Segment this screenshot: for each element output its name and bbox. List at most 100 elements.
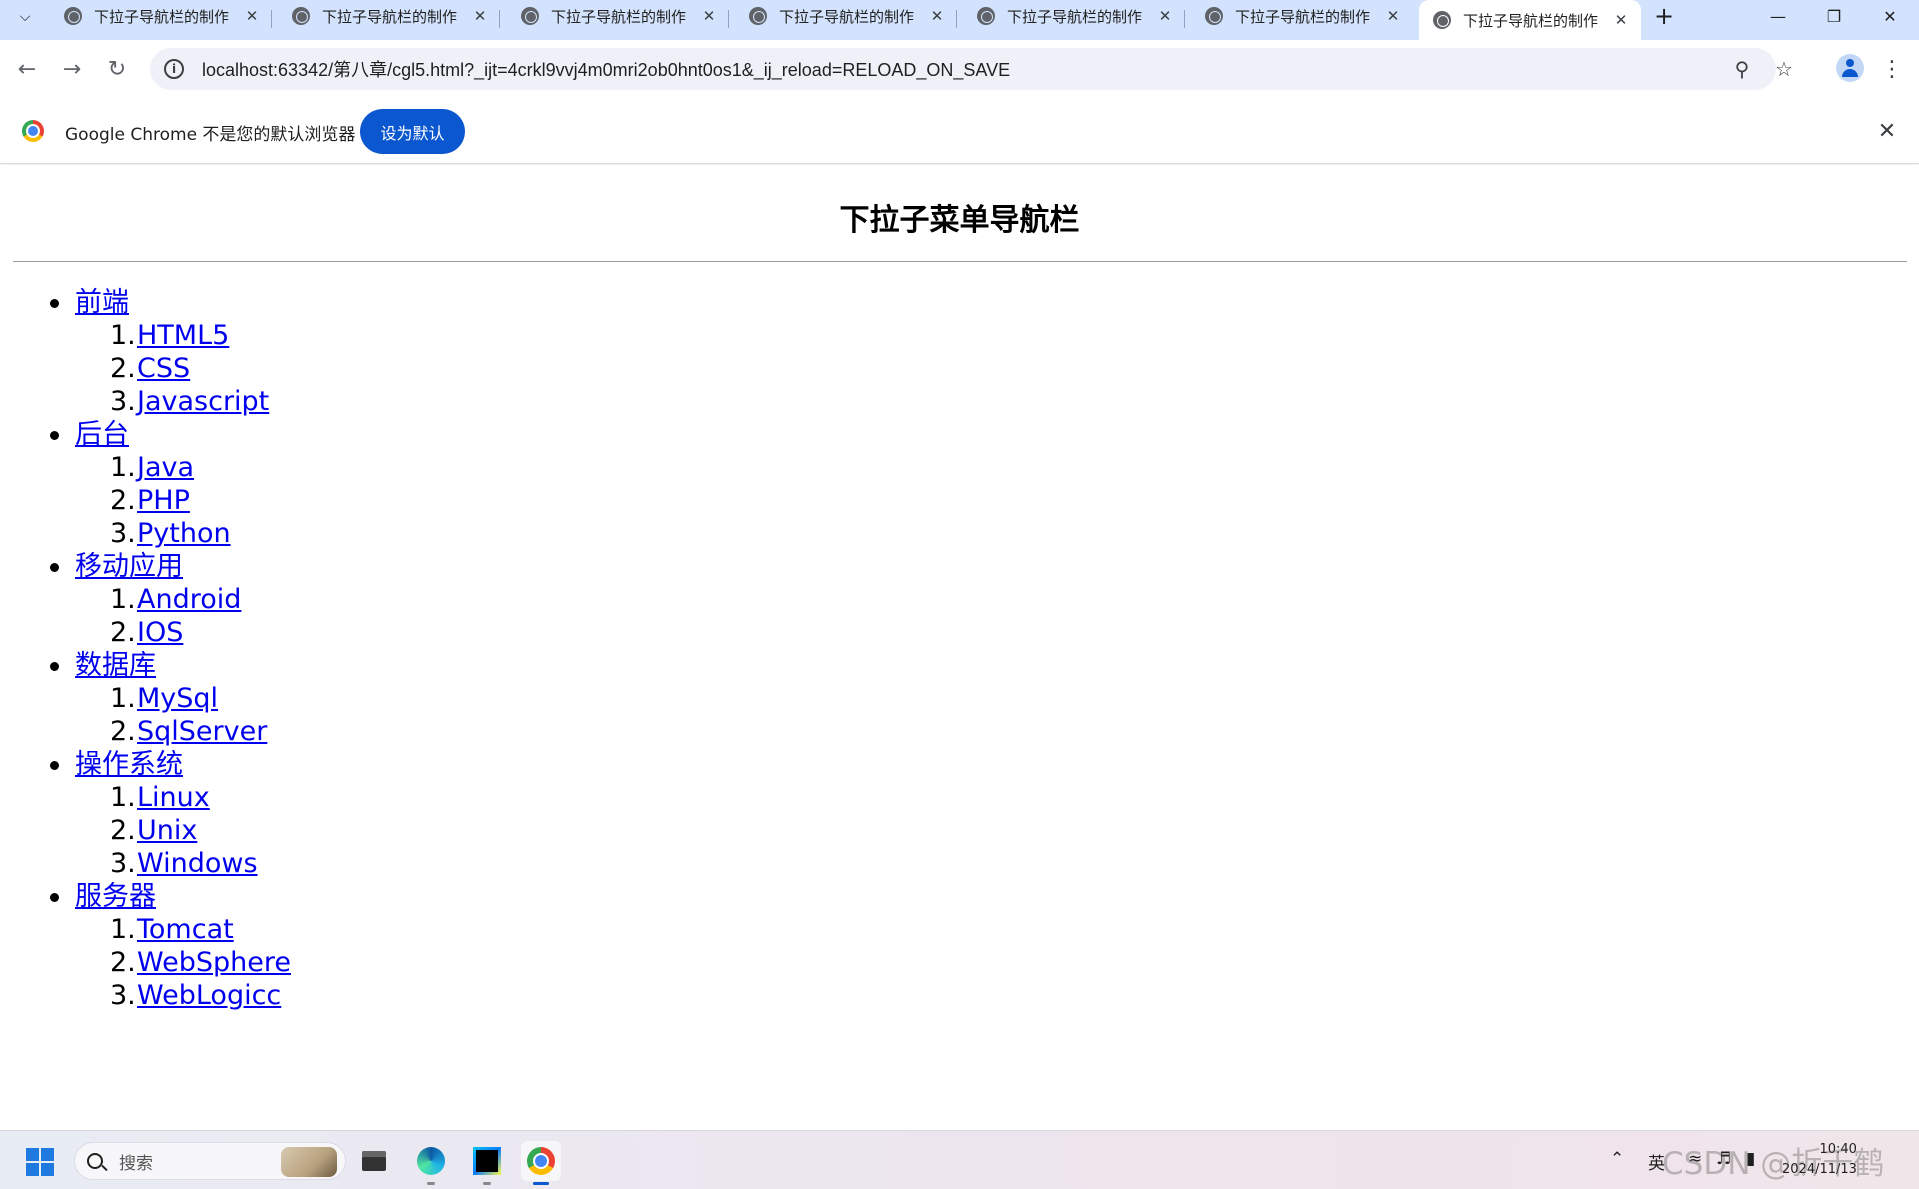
nav-menu-item: 服务器 1. Tomcat 2. WebSphere 3. WebLogicc xyxy=(0,880,291,1012)
search-highlight-image xyxy=(281,1147,337,1177)
nav-menu-link[interactable]: 操作系统 xyxy=(75,749,183,780)
tab-close-icon[interactable]: ✕ xyxy=(927,7,947,25)
tab-close-icon[interactable]: ✕ xyxy=(1611,11,1631,29)
reload-button[interactable]: ↻ xyxy=(100,52,134,86)
submenu-link[interactable]: Unix xyxy=(137,815,197,846)
submenu-link[interactable]: HTML5 xyxy=(137,320,229,351)
tab-title: 下拉子导航栏的制作 xyxy=(322,7,458,26)
browser-tab[interactable]: 下拉子导航栏的制作 ✕ xyxy=(507,0,729,32)
show-hidden-icons-button[interactable]: ⌃ xyxy=(1610,1149,1624,1169)
taskbar-webstorm[interactable] xyxy=(467,1141,507,1185)
back-button[interactable]: ← xyxy=(10,52,44,86)
submenu-link[interactable]: Android xyxy=(137,584,241,615)
submenu-item: 2. WebSphere xyxy=(75,946,291,979)
nav-menu-link[interactable]: 前端 xyxy=(75,287,129,318)
back-arrow-icon: ← xyxy=(17,56,37,82)
infobar-close-button[interactable]: ✕ xyxy=(1874,118,1900,144)
submenu-item: 1. Linux xyxy=(75,781,291,814)
submenu-link[interactable]: Tomcat xyxy=(137,914,234,945)
submenu-number: 2. xyxy=(110,485,136,516)
browser-tab[interactable]: 下拉子导航栏的制作 ✕ xyxy=(1191,0,1413,32)
browser-tab[interactable]: 下拉子导航栏的制作 ✕ xyxy=(963,0,1185,32)
submenu-link[interactable]: WebSphere xyxy=(137,947,291,978)
address-bar[interactable]: i localhost:63342/第八章/cgl5.html?_ijt=4cr… xyxy=(150,48,1793,90)
nav-menu-item: 操作系统 1. Linux 2. Unix 3. Windows xyxy=(0,748,291,880)
browser-tab[interactable]: 下拉子导航栏的制作 ✕ xyxy=(1419,0,1641,40)
profile-button[interactable] xyxy=(1836,54,1864,82)
browser-toolbar: ← → ↻ i localhost:63342/第八章/cgl5.html?_i… xyxy=(0,40,1919,98)
submenu-link[interactable]: CSS xyxy=(137,353,190,384)
minimize-button[interactable]: — xyxy=(1750,0,1806,32)
star-icon[interactable]: ☆ xyxy=(1772,57,1796,81)
minimize-icon: — xyxy=(1770,6,1786,26)
submenu-link[interactable]: PHP xyxy=(137,485,190,516)
nav-menu: 前端 1. HTML5 2. CSS 3. Javascript 后台 1. Java 2. PHP 3… xyxy=(0,286,291,1012)
browser-tab[interactable]: 下拉子导航栏的制作 ✕ xyxy=(50,0,272,32)
divider xyxy=(13,261,1907,262)
taskbar-search[interactable]: 搜索 xyxy=(74,1142,346,1180)
globe-icon xyxy=(64,7,82,25)
tab-close-icon[interactable]: ✕ xyxy=(470,7,490,25)
submenu-link[interactable]: Java xyxy=(137,452,194,483)
submenu-link[interactable]: Linux xyxy=(137,782,210,813)
browser-menu-button[interactable]: ⋮ xyxy=(1880,54,1904,84)
submenu-link[interactable]: MySql xyxy=(137,683,218,714)
tab-close-icon[interactable]: ✕ xyxy=(1383,7,1403,25)
tab-close-icon[interactable]: ✕ xyxy=(242,7,262,25)
submenu-link[interactable]: SqlServer xyxy=(137,716,267,747)
tab-title: 下拉子导航栏的制作 xyxy=(1463,11,1599,30)
submenu-item: 3. Python xyxy=(75,517,291,550)
browser-tab[interactable]: 下拉子导航栏的制作 ✕ xyxy=(278,0,500,32)
tab-close-icon[interactable]: ✕ xyxy=(1155,7,1175,25)
info-icon[interactable]: i xyxy=(164,59,184,79)
tab-search-button[interactable]: ⌵ xyxy=(10,3,40,31)
submenu-link[interactable]: Javascript xyxy=(137,386,269,417)
submenu-item: 3. Javascript xyxy=(75,385,291,418)
browser-tab[interactable]: 下拉子导航栏的制作 ✕ xyxy=(735,0,957,32)
taskbar-chrome[interactable] xyxy=(521,1141,561,1185)
set-default-button[interactable]: 设为默认 xyxy=(360,109,465,154)
nav-menu-link[interactable]: 移动应用 xyxy=(75,551,183,582)
tab-close-icon[interactable]: ✕ xyxy=(699,7,719,25)
nav-menu-link[interactable]: 后台 xyxy=(75,419,129,450)
running-indicator xyxy=(427,1182,435,1185)
submenu-item: 1. HTML5 xyxy=(75,319,291,352)
submenu-item: 2. IOS xyxy=(75,616,291,649)
reload-icon: ↻ xyxy=(107,56,127,82)
page-content: 下拉子菜单导航栏 前端 1. HTML5 2. CSS 3. Javascript 后台 1. J… xyxy=(0,165,1919,1130)
nav-menu-link[interactable]: 数据库 xyxy=(75,650,156,681)
submenu: 1. Android 2. IOS xyxy=(75,583,291,649)
taskbar-search-label: 搜索 xyxy=(119,1153,153,1174)
submenu-link[interactable]: IOS xyxy=(137,617,183,648)
new-tab-button[interactable]: + xyxy=(1650,0,1678,32)
forward-button[interactable]: → xyxy=(55,52,89,86)
submenu-link[interactable]: Windows xyxy=(137,848,258,879)
taskbar-file-explorer[interactable] xyxy=(354,1141,394,1181)
submenu-item: 1. Tomcat xyxy=(75,913,291,946)
plus-icon: + xyxy=(1653,2,1675,30)
submenu: 1. HTML5 2. CSS 3. Javascript xyxy=(75,319,291,418)
running-indicator xyxy=(483,1182,491,1185)
restore-icon: ❐ xyxy=(1826,6,1842,26)
nav-menu-link[interactable]: 服务器 xyxy=(75,881,156,912)
submenu-link[interactable]: Python xyxy=(137,518,231,549)
submenu-number: 2. xyxy=(110,815,136,846)
submenu-link[interactable]: WebLogicc xyxy=(137,980,281,1011)
submenu-number: 3. xyxy=(110,980,136,1011)
zoom-icon[interactable]: ⚲ xyxy=(1730,57,1754,81)
url-text[interactable]: localhost:63342/第八章/cgl5.html?_ijt=4crkl… xyxy=(202,56,1010,82)
submenu: 1. Java 2. PHP 3. Python xyxy=(75,451,291,550)
restore-button[interactable]: ❐ xyxy=(1806,0,1862,32)
globe-icon xyxy=(521,7,539,25)
globe-icon xyxy=(292,7,310,25)
webstorm-icon xyxy=(473,1147,501,1175)
submenu: 1. Linux 2. Unix 3. Windows xyxy=(75,781,291,880)
taskbar-edge[interactable] xyxy=(411,1141,451,1185)
infobar-message: Google Chrome 不是您的默认浏览器 xyxy=(65,125,356,145)
windows-start-button[interactable] xyxy=(26,1148,54,1176)
close-window-button[interactable]: ✕ xyxy=(1862,0,1918,32)
submenu-number: 1. xyxy=(110,452,136,483)
close-icon: ✕ xyxy=(1883,6,1897,26)
globe-icon xyxy=(749,7,767,25)
tab-title: 下拉子导航栏的制作 xyxy=(94,7,230,26)
